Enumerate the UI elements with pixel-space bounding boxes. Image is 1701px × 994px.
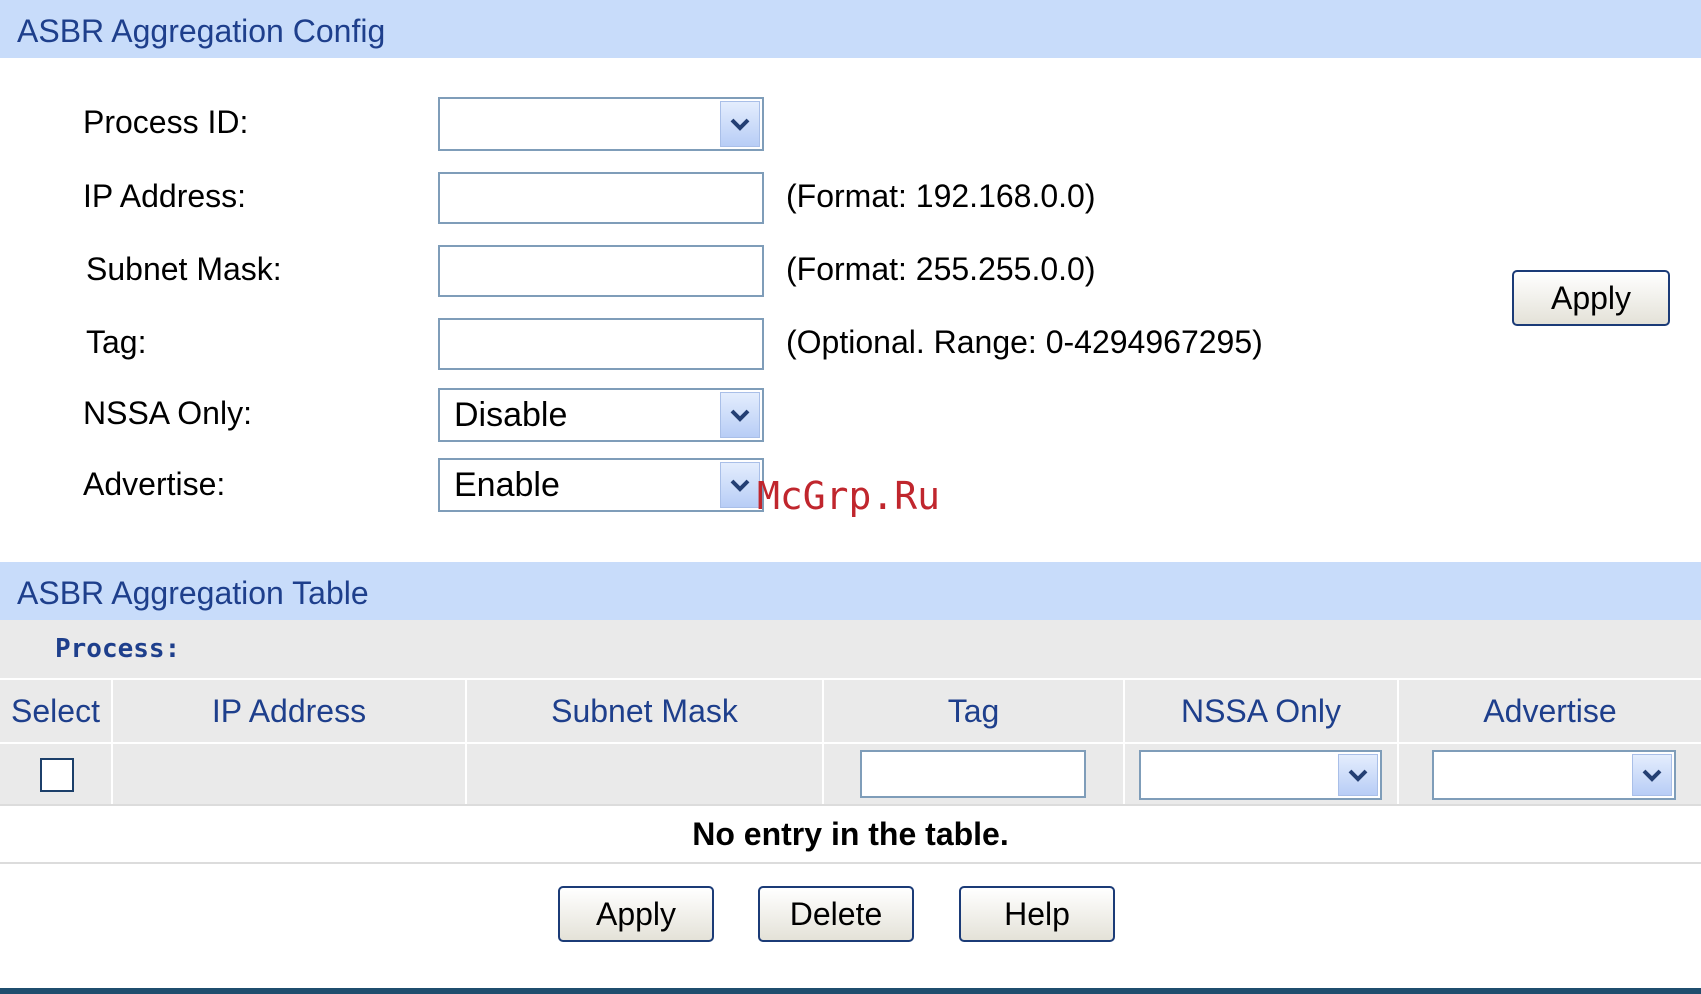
nssa-only-value: Disable [454,396,568,434]
process-id-label: Process ID: [83,104,249,140]
process-id-select[interactable] [438,97,764,151]
bottom-divider [0,988,1701,994]
subnet-mask-hint: (Format: 255.255.0.0) [786,251,1096,287]
column-header-select: Select [11,693,100,729]
column-header-advertise: Advertise [1483,693,1617,729]
column-header-ip-address: IP Address [211,693,367,729]
tag-hint: (Optional. Range: 0-4294967295) [786,324,1263,360]
config-apply-button[interactable]: Apply [1512,270,1670,326]
ip-address-input[interactable] [438,172,764,224]
nssa-only-select[interactable]: Disable [438,388,764,442]
advertise-filter-select[interactable] [1432,750,1676,800]
tag-label: Tag: [86,324,147,360]
advertise-label: Advertise: [83,466,226,502]
tag-input[interactable] [438,318,764,370]
chevron-down-icon[interactable] [1338,754,1378,796]
advertise-select[interactable]: Enable [438,458,764,512]
column-header-subnet-mask: Subnet Mask [551,693,738,729]
chevron-down-icon[interactable] [720,462,760,508]
chevron-down-icon[interactable] [720,101,760,147]
config-section-title: ASBR Aggregation Config [17,13,386,49]
chevron-down-icon[interactable] [720,392,760,438]
table-section-title: ASBR Aggregation Table [17,575,369,611]
help-button[interactable]: Help [959,886,1115,942]
advertise-value: Enable [454,466,560,504]
table-apply-button[interactable]: Apply [558,886,714,942]
column-header-nssa-only: NSSA Only [1180,693,1342,729]
process-label: Process: [55,634,181,664]
config-section-header: ASBR Aggregation Config [0,0,1701,58]
ip-address-label: IP Address: [83,178,247,214]
empty-table-message: No entry in the table. [0,804,1701,864]
column-header-tag: Tag [947,693,1000,729]
chevron-down-icon[interactable] [1632,754,1672,796]
subnet-mask-input[interactable] [438,245,764,297]
watermark: McGrp.Ru [757,474,941,518]
nssa-only-label: NSSA Only: [83,395,252,431]
ip-address-hint: (Format: 192.168.0.0) [786,178,1096,214]
process-row: Process: [0,620,1701,678]
subnet-mask-label: Subnet Mask: [86,251,282,287]
table-section-header: ASBR Aggregation Table [0,562,1701,620]
nssa-only-filter-select[interactable] [1139,750,1382,800]
delete-button[interactable]: Delete [758,886,914,942]
select-all-checkbox[interactable] [40,758,74,792]
tag-filter-input[interactable] [860,750,1086,798]
